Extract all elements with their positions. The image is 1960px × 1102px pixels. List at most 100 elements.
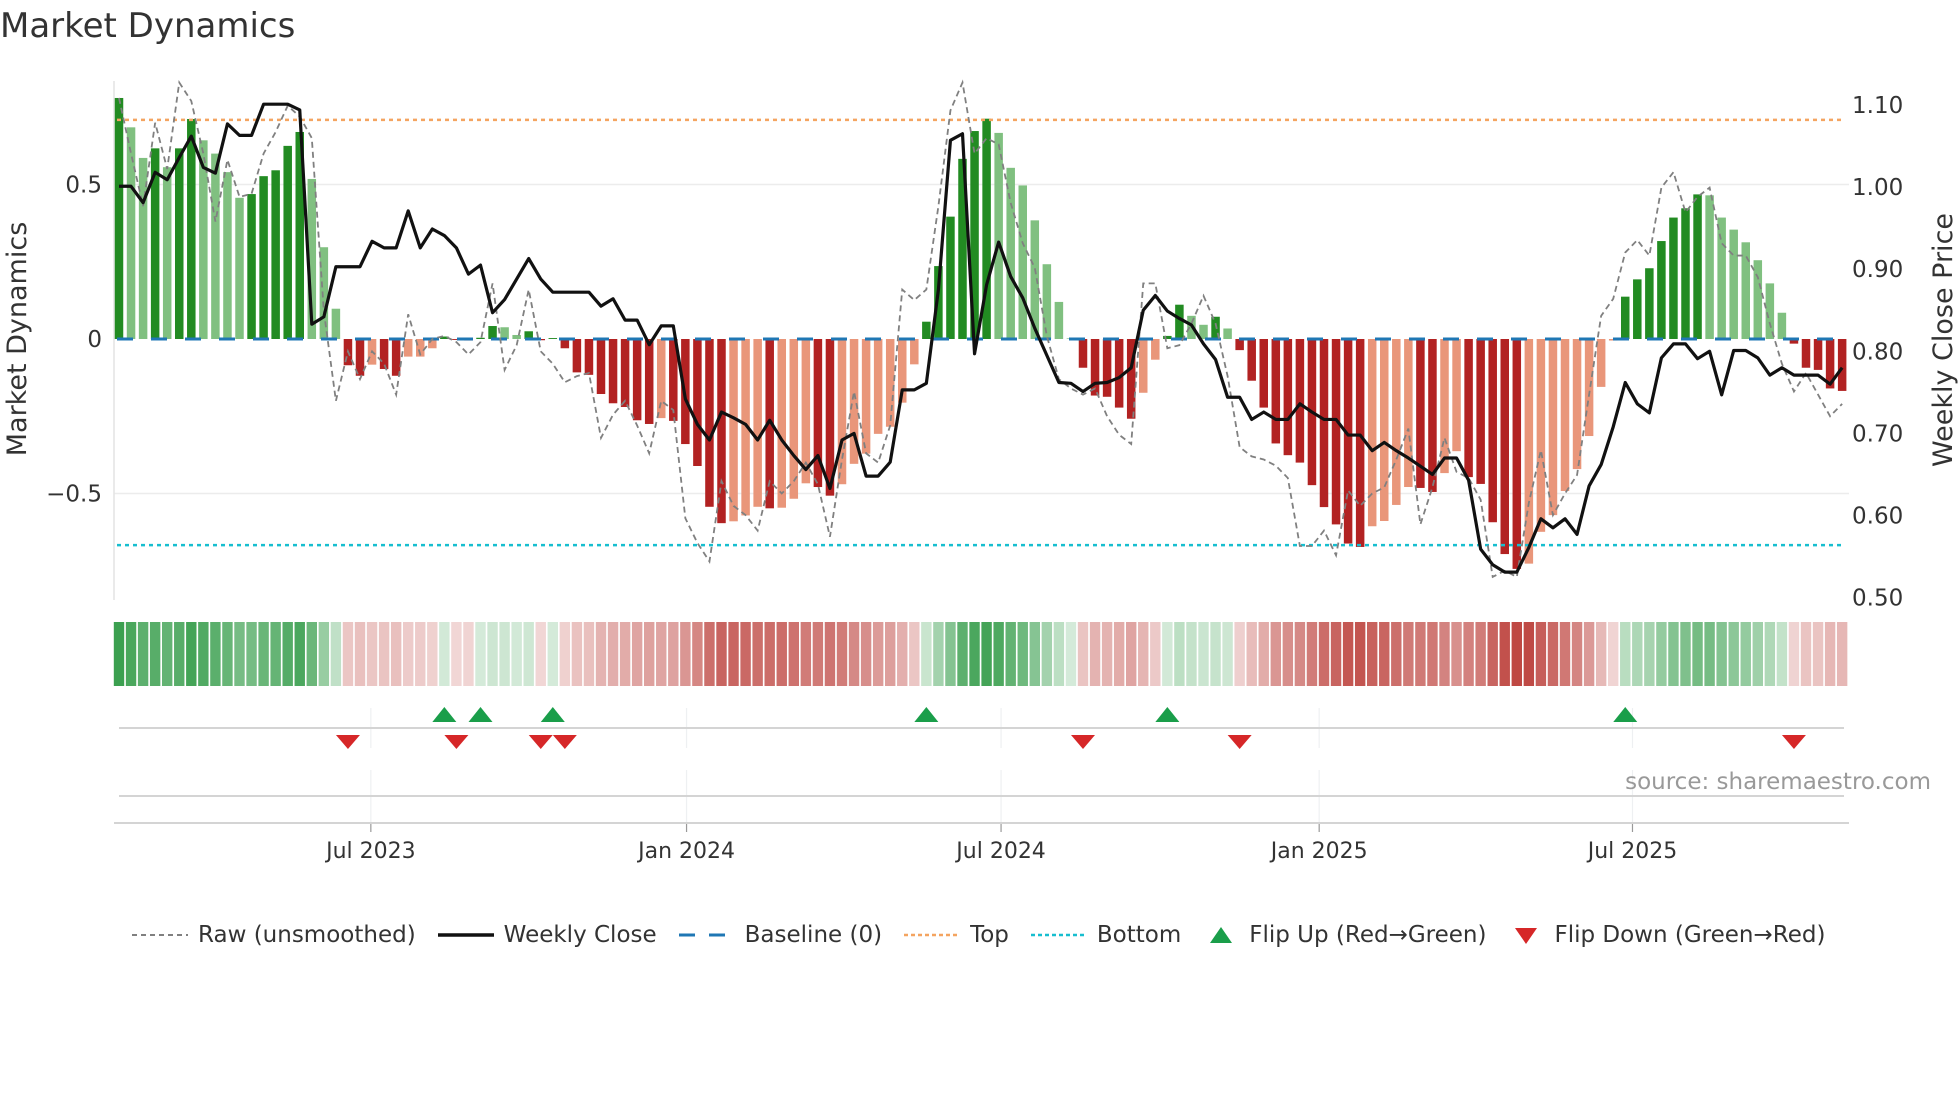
dynamics-bar [1247, 339, 1256, 381]
dynamics-bar [717, 339, 726, 524]
heat-strip-cell [812, 622, 824, 686]
heat-strip-cell [1644, 622, 1655, 686]
heat-strip-cell [1812, 622, 1824, 686]
heat-strip-cell [1198, 622, 1209, 686]
heat-strip-cell [1210, 622, 1221, 686]
legend-item-flip-up: Flip Up (Red→Green) [1203, 922, 1486, 948]
dynamics-bar [1548, 339, 1558, 516]
heat-strip-cell [1330, 622, 1342, 686]
dynamics-bar [789, 339, 799, 499]
legend-label: Raw (unsmoothed) [198, 922, 416, 948]
y2-tick-label: 0.90 [1852, 257, 1903, 283]
dynamics-bar [1705, 195, 1714, 339]
flip-up-marker [468, 707, 493, 722]
heat-strip-cell [788, 622, 799, 686]
heat-strip-cell [463, 622, 474, 686]
heat-strip-cell [246, 622, 257, 686]
heat-strip-cell [1680, 622, 1691, 686]
heat-strip-cell [162, 622, 173, 686]
dynamics-bar [1572, 339, 1582, 470]
dynamics-bar [1500, 339, 1509, 555]
dynamics-bar [1223, 328, 1232, 339]
heat-strip-cell [1391, 622, 1402, 686]
heat-strip-cell [1354, 622, 1366, 686]
heat-strip-cell [499, 622, 510, 686]
dynamics-bar [162, 167, 172, 339]
flip-down-marker [335, 735, 360, 749]
heat-strip-cell [1113, 622, 1125, 686]
dynamics-bar [1645, 268, 1654, 339]
heat-strip-cell [1367, 622, 1378, 686]
legend-label: Flip Down (Green→Red) [1554, 922, 1826, 948]
heat-strip-cell [559, 622, 571, 686]
dynamics-bar [693, 339, 702, 466]
source-credit: source: sharemaestro.com [1625, 769, 1931, 795]
dynamics-bar [1801, 339, 1811, 368]
heat-strip-cell [824, 622, 836, 686]
dynamics-bar [1054, 301, 1064, 339]
legend-item-bottom: Bottom [1030, 922, 1181, 948]
dynamics-bar [1355, 339, 1365, 547]
heat-strip-cell [583, 622, 595, 686]
heat-strip-cell [1836, 622, 1848, 686]
dynamics-bar [608, 339, 618, 404]
dynamics-bar [1777, 312, 1787, 339]
heat-strip-cell [1294, 622, 1306, 686]
heat-strip-cell [1716, 622, 1727, 686]
dynamics-bar [1319, 339, 1329, 508]
flip-up-marker [432, 707, 457, 722]
y-tick-label: −0.5 [46, 482, 102, 508]
dynamics-bar [1681, 208, 1690, 339]
dynamics-bar [1078, 339, 1088, 368]
heat-strip-cell [1342, 622, 1354, 686]
heat-strip-cell [1427, 622, 1438, 686]
dynamics-bar [114, 97, 124, 339]
heat-strip-cell [1463, 622, 1474, 686]
heat-strip-cell [1704, 622, 1715, 686]
dynamics-bar [319, 247, 329, 339]
heat-strip-cell [1053, 622, 1065, 686]
heat-strip-cell [776, 622, 787, 686]
dynamics-bar [126, 127, 136, 340]
dynamics-bar [572, 339, 582, 373]
heat-strip-cell [872, 622, 884, 686]
heat-strip-cell [656, 622, 667, 686]
dynamics-bar [922, 321, 931, 339]
heat-strip-cell [1511, 622, 1522, 686]
dynamics-bar [1271, 339, 1281, 444]
dynamics-bar [187, 118, 196, 339]
dynamics-bar [910, 339, 919, 365]
dynamics-bar [1837, 339, 1847, 391]
dynamics-bar [1367, 339, 1377, 527]
dynamics-bar [259, 176, 268, 339]
heat-strip-cell [1571, 622, 1583, 686]
heat-strip-cell [222, 622, 233, 686]
dynamics-bar [584, 339, 594, 375]
heat-strip-cell [523, 622, 534, 686]
dynamics-bar [632, 339, 642, 421]
dynamics-bar [1729, 229, 1738, 339]
dynamics-bar [1596, 339, 1606, 387]
legend-item-top: Top [904, 922, 1009, 948]
heat-strip-cell [692, 622, 703, 686]
heat-strip-cell [945, 622, 956, 686]
heat-strip-cell [1041, 622, 1053, 686]
heat-strip-cell [1089, 622, 1101, 686]
heat-strip-cell [427, 622, 438, 686]
heat-strip-cell [1583, 622, 1595, 686]
dynamics-bar [283, 145, 292, 339]
heat-strip-cell [1728, 622, 1739, 686]
heat-strip-cell [1487, 622, 1498, 686]
dynamics-bar [1633, 279, 1642, 339]
raw-line-swatch [132, 934, 188, 936]
dynamics-bar [885, 339, 895, 427]
heat-strip-cell [1475, 622, 1486, 686]
heat-strip-cell [957, 622, 968, 686]
x-tick-label: Jul 2024 [954, 839, 1046, 864]
y-axis-label: Market Dynamics [2, 222, 33, 457]
heat-strip-cell [644, 622, 655, 686]
y2-tick-label: 0.50 [1852, 586, 1903, 612]
dynamics-bar [1621, 296, 1630, 339]
heat-strip-cell [258, 622, 269, 686]
heat-strip-cell [475, 622, 486, 686]
